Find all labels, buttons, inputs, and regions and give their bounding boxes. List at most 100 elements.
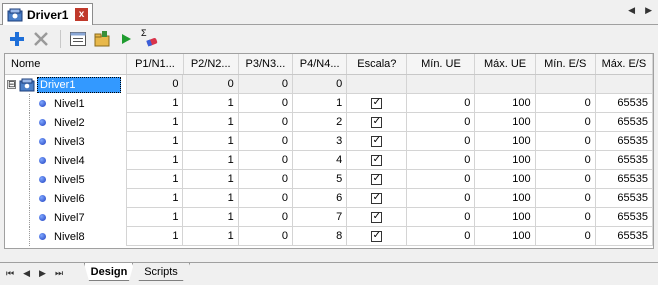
next-sheet-icon[interactable]: ▶: [39, 268, 46, 279]
row-name[interactable]: Nivel5: [54, 174, 85, 186]
cell-p1[interactable]: 1: [127, 94, 184, 113]
escala-checkbox[interactable]: ✓: [371, 116, 383, 128]
column-header-min-es[interactable]: Mín. E/S: [536, 54, 596, 74]
cell-min-ue[interactable]: 0: [407, 189, 476, 208]
column-header-p2[interactable]: P2/N2...: [184, 54, 239, 74]
cell-p1[interactable]: 1: [127, 189, 184, 208]
prev-sheet-icon[interactable]: ◀: [23, 268, 30, 279]
cell-p1[interactable]: 1: [127, 113, 184, 132]
cell-min-ue[interactable]: 0: [407, 208, 476, 227]
cell-p3[interactable]: 0: [238, 189, 293, 208]
cell-p4[interactable]: 6: [292, 189, 348, 208]
column-header-max-es[interactable]: Máx. E/S: [596, 54, 653, 74]
cell-min-es[interactable]: 0: [535, 113, 596, 132]
escala-checkbox[interactable]: ✓: [371, 154, 383, 166]
cell-min-es[interactable]: 0: [535, 132, 596, 151]
cell-p2[interactable]: 1: [183, 132, 239, 151]
cell-max-ue[interactable]: 100: [475, 189, 536, 208]
cell-max-es[interactable]: 65535: [595, 94, 653, 113]
cell-min-ue[interactable]: 0: [407, 151, 476, 170]
sum-button[interactable]: Σ: [139, 28, 161, 50]
cell-max-es[interactable]: 65535: [595, 151, 653, 170]
cell-max-es[interactable]: 65535: [595, 170, 653, 189]
add-button[interactable]: [6, 28, 28, 50]
cell-p2[interactable]: 1: [183, 170, 239, 189]
cell-p4[interactable]: 2: [292, 113, 348, 132]
cell-p3[interactable]: 0: [238, 94, 293, 113]
cell-max-es[interactable]: 65535: [595, 208, 653, 227]
properties-button[interactable]: [67, 28, 89, 50]
row-name[interactable]: Nivel3: [54, 136, 85, 148]
table-row[interactable]: Nivel6 1 1 0 6 ✓ 0 100 0 65535: [5, 189, 653, 208]
row-name[interactable]: Nivel7: [54, 212, 85, 224]
scroll-left-icon[interactable]: ◀: [628, 5, 635, 16]
row-name[interactable]: Nivel8: [54, 231, 85, 243]
root-name[interactable]: Driver1: [37, 76, 121, 93]
cell-min-es[interactable]: 0: [535, 170, 596, 189]
run-button[interactable]: [115, 28, 137, 50]
cell-max-es[interactable]: 65535: [595, 189, 653, 208]
cell-min-ue[interactable]: 0: [407, 170, 476, 189]
cell-p3[interactable]: 0: [238, 170, 293, 189]
column-header-p1[interactable]: P1/N1...: [127, 54, 184, 74]
column-header-max-ue[interactable]: Máx. UE: [475, 54, 536, 74]
escala-checkbox[interactable]: ✓: [371, 230, 383, 242]
cell-p3[interactable]: 0: [238, 75, 293, 94]
row-name[interactable]: Nivel1: [54, 98, 85, 110]
escala-checkbox[interactable]: ✓: [371, 173, 383, 185]
cell-p4[interactable]: 3: [292, 132, 348, 151]
cell-p4[interactable]: 7: [292, 208, 348, 227]
cell-p3[interactable]: 0: [238, 132, 293, 151]
cell-p4[interactable]: 0: [292, 75, 348, 94]
cell-p3[interactable]: 0: [238, 208, 293, 227]
cell-min-es[interactable]: 0: [535, 151, 596, 170]
cell-max-ue[interactable]: 100: [475, 132, 536, 151]
row-name[interactable]: Nivel6: [54, 193, 85, 205]
cell-p4[interactable]: 1: [292, 94, 348, 113]
row-name[interactable]: Nivel4: [54, 155, 85, 167]
cell-p1[interactable]: 1: [127, 132, 184, 151]
tab-scripts[interactable]: Scripts: [132, 263, 190, 281]
cell-p2[interactable]: 0: [183, 75, 239, 94]
table-row[interactable]: Nivel8 1 1 0 8 ✓ 0 100 0 65535: [5, 227, 653, 246]
column-header-p3[interactable]: P3/N3...: [239, 54, 294, 74]
cell-p1[interactable]: 1: [127, 208, 184, 227]
cell-max-ue[interactable]: 100: [475, 208, 536, 227]
row-name[interactable]: Nivel2: [54, 117, 85, 129]
first-sheet-icon[interactable]: ⏮: [6, 268, 14, 279]
table-row[interactable]: Nivel1 1 1 0 1 ✓ 0 100 0 65535: [5, 94, 653, 113]
cell-p2[interactable]: 1: [183, 113, 239, 132]
cell-p2[interactable]: 1: [183, 208, 239, 227]
table-row[interactable]: Nivel7 1 1 0 7 ✓ 0 100 0 65535: [5, 208, 653, 227]
cell-p1[interactable]: 0: [127, 75, 184, 94]
cell-min-es[interactable]: 0: [535, 208, 596, 227]
cell-max-es[interactable]: 65535: [595, 113, 653, 132]
open-folder-button[interactable]: [91, 28, 113, 50]
cell-max-es[interactable]: 65535: [595, 227, 653, 246]
escala-checkbox[interactable]: ✓: [371, 97, 383, 109]
column-header-min-ue[interactable]: Mín. UE: [407, 54, 476, 74]
cell-p3[interactable]: 0: [238, 227, 293, 246]
tab-driver1[interactable]: Driver1 x: [2, 3, 93, 25]
table-row[interactable]: Nivel3 1 1 0 3 ✓ 0 100 0 65535: [5, 132, 653, 151]
table-row[interactable]: Nivel4 1 1 0 4 ✓ 0 100 0 65535: [5, 151, 653, 170]
collapse-icon[interactable]: ⊟: [7, 80, 16, 89]
escala-checkbox[interactable]: ✓: [371, 192, 383, 204]
cell-p1[interactable]: 1: [127, 151, 184, 170]
cell-min-ue[interactable]: 0: [407, 132, 476, 151]
cell-max-ue[interactable]: 100: [475, 170, 536, 189]
cell-max-ue[interactable]: 100: [475, 113, 536, 132]
cell-p1[interactable]: 1: [127, 227, 184, 246]
delete-button[interactable]: [30, 28, 52, 50]
cell-min-ue[interactable]: 0: [407, 94, 476, 113]
cell-min-es[interactable]: 0: [535, 189, 596, 208]
cell-min-es[interactable]: 0: [535, 227, 596, 246]
column-header-p4[interactable]: P4/N4...: [293, 54, 348, 74]
cell-max-es[interactable]: 65535: [595, 132, 653, 151]
cell-p2[interactable]: 1: [183, 151, 239, 170]
cell-p3[interactable]: 0: [238, 151, 293, 170]
table-row[interactable]: Nivel5 1 1 0 5 ✓ 0 100 0 65535: [5, 170, 653, 189]
cell-p1[interactable]: 1: [127, 170, 184, 189]
escala-checkbox[interactable]: ✓: [371, 211, 383, 223]
cell-p2[interactable]: 1: [183, 189, 239, 208]
